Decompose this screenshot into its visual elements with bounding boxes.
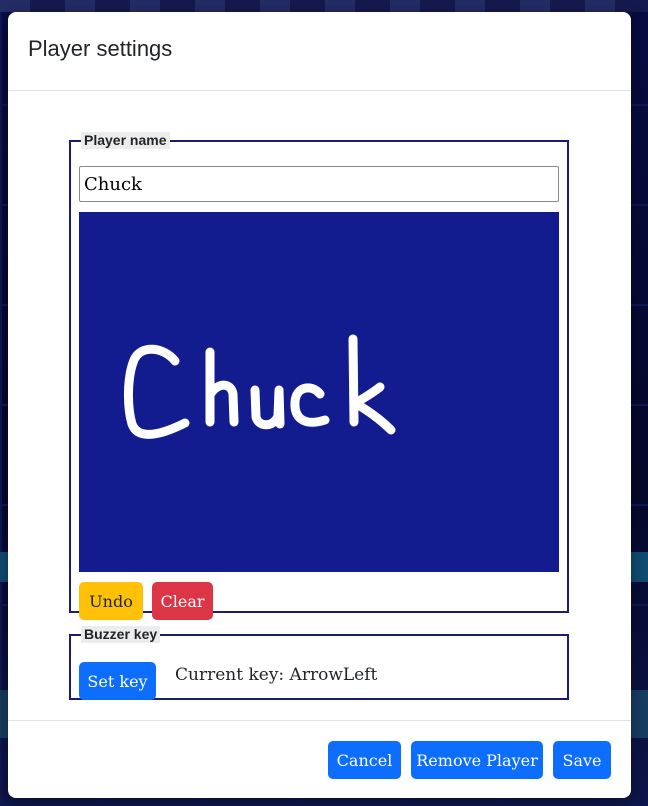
dialog-header: Player settings <box>8 12 631 91</box>
player-name-legend: Player name <box>81 132 170 149</box>
undo-button[interactable]: Undo <box>79 582 143 620</box>
cancel-button[interactable]: Cancel <box>328 741 401 779</box>
save-button[interactable]: Save <box>553 741 611 779</box>
stroke-letter-c <box>123 344 190 439</box>
set-key-button[interactable]: Set key <box>79 662 156 700</box>
dialog-footer: Cancel Remove Player Save <box>8 720 631 798</box>
current-key-label: Current key: ArrowLeft <box>175 665 378 685</box>
player-settings-dialog: Player settings Player name Chuck Undo C… <box>8 12 631 798</box>
stroke-letter-c2 <box>290 383 330 427</box>
player-name-fieldset: Player name Undo <box>69 132 569 620</box>
player-name-input[interactable] <box>79 166 559 202</box>
buzzer-key-legend: Buzzer key <box>81 626 161 643</box>
buzzer-key-fieldset: Buzzer key Set key Current key: ArrowLef… <box>69 626 569 700</box>
signature-drawing <box>123 334 396 439</box>
clear-button[interactable]: Clear <box>152 582 213 620</box>
stroke-letter-u <box>250 385 285 430</box>
dialog-title: Player settings <box>28 36 173 61</box>
remove-player-button[interactable]: Remove Player <box>411 741 543 779</box>
stroke-letter-k-arms <box>350 382 396 435</box>
stroke-letter-k-stem <box>348 334 359 427</box>
signature-canvas[interactable] <box>79 212 559 572</box>
